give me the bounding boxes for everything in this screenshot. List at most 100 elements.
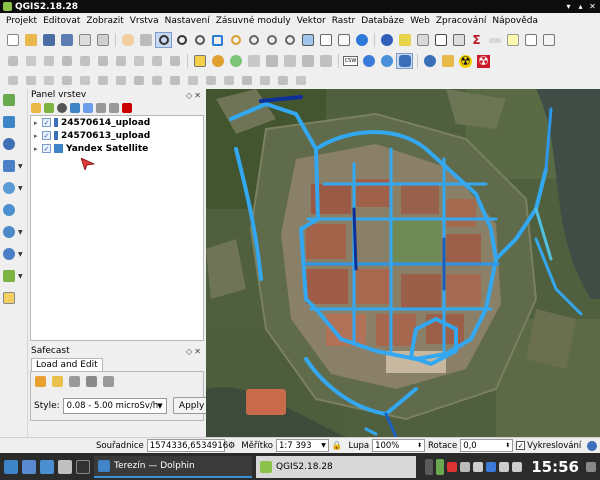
layer-checkbox[interactable]: ✓ [42, 131, 51, 140]
delete-selected-button[interactable] [112, 53, 129, 69]
identify-button[interactable] [378, 32, 395, 48]
move-label-button[interactable] [245, 53, 262, 69]
menu-databaze[interactable]: Databáze [358, 13, 407, 29]
add-wfs-layer-button[interactable]: ▼ [0, 221, 26, 243]
highlight-labels-button[interactable] [227, 53, 244, 69]
reshape-button[interactable] [166, 72, 183, 88]
show-bookmarks-button[interactable] [335, 32, 352, 48]
show-hide-labels-button[interactable] [299, 53, 316, 69]
pan-button[interactable] [119, 32, 136, 48]
zoom-last-button[interactable] [263, 32, 280, 48]
menu-nastaveni[interactable]: Nastavení [162, 13, 213, 29]
show-desktop-icon[interactable] [586, 461, 596, 472]
panel-float-close-icon[interactable]: ◇✕ [186, 91, 203, 100]
new-temporary-layer-button[interactable] [0, 287, 26, 309]
zoom-next-button[interactable] [281, 32, 298, 48]
trash-icon[interactable] [103, 376, 114, 387]
folder-icon[interactable] [52, 376, 63, 387]
python-console-button[interactable] [396, 53, 413, 69]
split-parts-button[interactable] [220, 72, 237, 88]
pager-active-icon[interactable] [436, 458, 445, 475]
menu-zasuvne-moduly[interactable]: Zásuvné moduly [213, 13, 294, 29]
add-raster-layer-button[interactable] [0, 111, 26, 133]
menu-zpracovani[interactable]: Zpracování [433, 13, 490, 29]
menu-napoveda[interactable]: Nápověda [489, 13, 541, 29]
menu-web[interactable]: Web [407, 13, 433, 29]
attribute-table-button[interactable] [432, 32, 449, 48]
panel-float-close-icon[interactable]: ◇✕ [186, 347, 203, 356]
add-spatialite-layer-button[interactable]: ▼ [0, 155, 26, 177]
lock-icon[interactable]: 🔒 [332, 441, 343, 451]
zoom-native-button[interactable] [191, 32, 208, 48]
notification-icon[interactable] [473, 461, 484, 472]
taskbar-item-qgis[interactable]: QGIS2.18.28 [256, 455, 416, 478]
map-tips-button[interactable] [504, 32, 521, 48]
desktop-icon[interactable] [22, 459, 36, 474]
crs-button[interactable]: CSW [342, 53, 359, 69]
radiation-alert-button[interactable]: ☢ [475, 53, 492, 69]
current-edits-button[interactable] [4, 53, 21, 69]
composer-manager-button[interactable] [94, 32, 111, 48]
expand-arrow-icon[interactable]: ▸ [34, 119, 42, 127]
add-vector-layer-button[interactable] [0, 89, 26, 111]
diagram-tool-button[interactable] [317, 53, 334, 69]
rotation-field[interactable]: 0,0 ⬍ [460, 439, 514, 452]
paste-features-button[interactable] [166, 53, 183, 69]
add-wcs-layer-button[interactable] [0, 199, 26, 221]
deselect-button[interactable] [414, 32, 431, 48]
app-launcher-icon[interactable] [4, 459, 18, 474]
menu-zobrazit[interactable]: Zobrazit [83, 13, 126, 29]
expand-arrow-icon[interactable]: ▸ [34, 132, 42, 140]
magnifier-field[interactable]: 100% ⬍ [372, 439, 426, 452]
clipboard-icon[interactable] [460, 461, 471, 472]
simplify-button[interactable] [58, 72, 75, 88]
toggle-editing-button[interactable] [22, 53, 39, 69]
select-features-button[interactable] [396, 32, 413, 48]
pan-to-selection-button[interactable] [137, 32, 154, 48]
save-icon[interactable] [69, 376, 80, 387]
tools-icon[interactable] [86, 376, 97, 387]
delete-ring-button[interactable] [130, 72, 147, 88]
network-icon[interactable] [512, 461, 523, 472]
copy-features-button[interactable] [148, 53, 165, 69]
move-feature-button[interactable] [76, 53, 93, 69]
cut-features-button[interactable] [130, 53, 147, 69]
minimize-icon[interactable]: ▾ [564, 2, 573, 11]
crs-status-icon[interactable] [587, 440, 597, 451]
open-project-button[interactable] [22, 32, 39, 48]
coordinate-field[interactable]: 1574336,6534916 [146, 439, 228, 452]
file-manager-icon[interactable] [40, 459, 54, 474]
add-postgis-layer-button[interactable] [0, 133, 26, 155]
rotate-feature-button[interactable] [40, 72, 57, 88]
rotate-label-button[interactable] [263, 53, 280, 69]
add-feature-button[interactable] [58, 53, 75, 69]
zoom-in-button[interactable] [155, 32, 172, 48]
layer-row[interactable]: ▸ ✓ 24570613_upload [31, 129, 203, 142]
tab-load-and-edit[interactable]: Load and Edit [31, 358, 103, 371]
zoom-selection-button[interactable] [227, 32, 244, 48]
offset-curve-button[interactable] [184, 72, 201, 88]
layer-checkbox[interactable]: ✓ [42, 144, 51, 153]
zoom-full-button[interactable] [209, 32, 226, 48]
text-annotation-button[interactable] [540, 32, 557, 48]
measure-button[interactable] [486, 32, 503, 48]
advanced-digitizing-button[interactable] [292, 72, 309, 88]
terminal-icon[interactable] [76, 459, 90, 474]
menu-editovat[interactable]: Editovat [40, 13, 83, 29]
layer-checkbox[interactable]: ✓ [42, 118, 51, 127]
save-as-button[interactable] [58, 32, 75, 48]
undo-button[interactable] [4, 72, 21, 88]
add-group-icon[interactable] [44, 103, 54, 113]
safecast-plugin-button[interactable] [421, 53, 438, 69]
layer-row[interactable]: ▸ ✓ Yandex Satellite [31, 142, 203, 155]
new-project-button[interactable] [4, 32, 21, 48]
node-tool-button[interactable] [94, 53, 111, 69]
expand-all-icon[interactable] [96, 103, 106, 113]
taskbar-item-dolphin[interactable]: Terezín — Dolphin [94, 455, 252, 478]
render-checkbox[interactable]: ✓ [516, 441, 526, 450]
apply-button[interactable]: Apply [172, 397, 211, 414]
refresh-button[interactable] [353, 32, 370, 48]
save-edits-button[interactable] [40, 53, 57, 69]
new-shapefile-button[interactable]: ▼ [0, 265, 26, 287]
lock-scale-icon[interactable]: ⚙ [228, 441, 236, 451]
